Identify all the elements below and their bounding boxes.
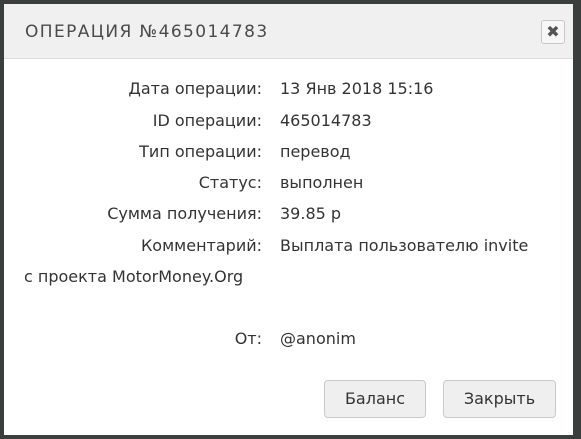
date-label: Дата операции: [128, 79, 262, 98]
close-icon[interactable]: ✖ [541, 20, 565, 44]
type-value: перевод [280, 142, 351, 161]
row-id: ID операции: 465014783 [4, 110, 573, 132]
amount-label: Сумма получения: [107, 204, 262, 223]
comment-continuation: с проекта MotorMoney.Org [24, 267, 244, 286]
id-value: 465014783 [280, 111, 372, 130]
row-from: От: @anonim [4, 328, 573, 350]
dialog-title: Операция №465014783 [25, 22, 269, 42]
row-date: Дата операции: 13 Янв 2018 15:16 [4, 78, 573, 100]
balance-button[interactable]: Баланс [324, 380, 426, 418]
comment-value: Выплата пользователю invite [280, 236, 529, 255]
status-value: выполнен [280, 173, 364, 192]
dialog-header: Операция №465014783 ✖ [4, 4, 573, 59]
row-comment: Комментарий: Выплата пользователю invite [4, 235, 573, 257]
row-amount: Сумма получения: 39.85 р [4, 203, 573, 225]
row-type: Тип операции: перевод [4, 141, 573, 163]
row-status: Статус: выполнен [4, 172, 573, 194]
type-label: Тип операции: [139, 142, 262, 161]
from-value: @anonim [280, 329, 356, 348]
id-label: ID операции: [152, 111, 262, 130]
close-button[interactable]: Закрыть [443, 380, 556, 418]
amount-value: 39.85 р [280, 204, 342, 223]
from-label: От: [234, 329, 262, 348]
status-label: Статус: [198, 173, 262, 192]
date-value: 13 Янв 2018 15:16 [280, 79, 434, 98]
operation-dialog: Операция №465014783 ✖ Дата операции: 13 … [4, 4, 573, 435]
comment-label: Комментарий: [140, 236, 262, 255]
